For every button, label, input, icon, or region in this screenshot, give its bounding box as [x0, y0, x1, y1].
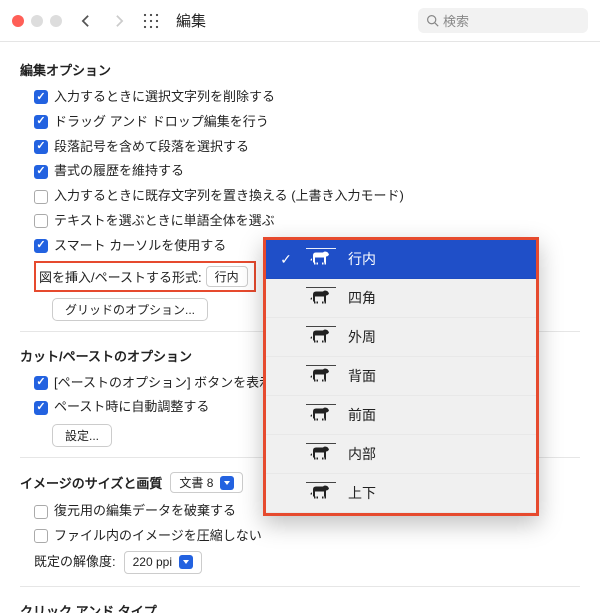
- search-placeholder: 検索: [443, 11, 469, 30]
- apps-grid-icon[interactable]: [142, 12, 160, 30]
- search-field[interactable]: 検索: [418, 8, 588, 33]
- checkbox-show-paste-options[interactable]: [34, 376, 48, 390]
- checkbox-discard-edit[interactable]: [34, 505, 48, 519]
- chevron-down-icon: [179, 555, 193, 569]
- wrap-option-label: 上下: [348, 483, 526, 503]
- checkbox-edit-opt-1[interactable]: [34, 115, 48, 129]
- cut-paste-settings-button[interactable]: 設定...: [52, 424, 112, 447]
- zoom-window-icon[interactable]: [50, 15, 62, 27]
- wrap-option-3[interactable]: 背面: [266, 357, 536, 396]
- checkbox-edit-opt-4[interactable]: [34, 190, 48, 204]
- wrap-style-icon: [306, 287, 336, 309]
- wrap-option-2[interactable]: 外周: [266, 318, 536, 357]
- checkbox-edit-opt-3[interactable]: [34, 165, 48, 179]
- wrap-option-label: 行内: [348, 249, 526, 269]
- wrap-style-icon: [306, 482, 336, 504]
- label-auto-adjust: ペースト時に自動調整する: [54, 397, 209, 418]
- window-controls: [12, 15, 62, 27]
- wrap-option-label: 四角: [348, 288, 526, 308]
- wrap-option-5[interactable]: 内部: [266, 435, 536, 474]
- wrap-option-0[interactable]: ✓ 行内: [266, 240, 536, 279]
- checkbox-edit-opt-6[interactable]: [34, 239, 48, 253]
- search-icon: [426, 14, 439, 27]
- insert-format-label: 図を挿入/ペーストする形式:: [39, 267, 202, 286]
- section-click-type: クリック アンド タイプ: [20, 601, 580, 613]
- label-edit-opt-4: 入力するときに既存文字列を置き換える (上書き入力モード): [54, 186, 404, 207]
- close-window-icon[interactable]: [12, 15, 24, 27]
- wrap-option-label: 前面: [348, 405, 526, 425]
- window-title: 編集: [176, 10, 206, 31]
- forward-button[interactable]: [108, 10, 130, 32]
- label-edit-opt-1: ドラッグ アンド ドロップ編集を行う: [54, 112, 269, 133]
- wrap-style-icon: [306, 365, 336, 387]
- wrap-option-1[interactable]: 四角: [266, 279, 536, 318]
- chevron-down-icon: [220, 476, 234, 490]
- image-doc-select[interactable]: 文書 8: [170, 472, 243, 493]
- minimize-window-icon[interactable]: [31, 15, 43, 27]
- checkbox-auto-adjust[interactable]: [34, 401, 48, 415]
- wrap-style-icon: [306, 443, 336, 465]
- wrap-option-4[interactable]: 前面: [266, 396, 536, 435]
- wrap-option-label: 内部: [348, 444, 526, 464]
- checkbox-no-compress[interactable]: [34, 529, 48, 543]
- titlebar: 編集 検索: [0, 0, 600, 42]
- checkbox-edit-opt-0[interactable]: [34, 90, 48, 104]
- label-edit-opt-2: 段落記号を含めて段落を選択する: [54, 137, 249, 158]
- label-edit-opt-0: 入力するときに選択文字列を削除する: [54, 87, 275, 108]
- wrap-option-label: 背面: [348, 366, 526, 386]
- back-button[interactable]: [74, 10, 96, 32]
- insert-format-row: 図を挿入/ペーストする形式: 行内: [34, 261, 256, 292]
- wrap-style-icon: [306, 404, 336, 426]
- check-icon: ✓: [278, 251, 294, 268]
- insert-format-select[interactable]: 行内: [206, 266, 248, 287]
- wrap-option-6[interactable]: 上下: [266, 474, 536, 513]
- wrap-style-menu[interactable]: ✓ 行内四角外周背面前面内部上下: [263, 237, 539, 516]
- section-edit-options: 編集オプション: [20, 60, 580, 79]
- default-resolution-label: 既定の解像度:: [34, 552, 116, 573]
- label-edit-opt-5: テキストを選ぶときに単語全体を選ぶ: [54, 211, 275, 232]
- label-edit-opt-3: 書式の履歴を維持する: [54, 161, 184, 182]
- default-resolution-select[interactable]: 220 ppi: [124, 551, 202, 574]
- label-no-compress: ファイル内のイメージを圧縮しない: [54, 526, 262, 547]
- checkbox-edit-opt-2[interactable]: [34, 140, 48, 154]
- wrap-style-icon: [306, 326, 336, 348]
- label-discard-edit: 復元用の編集データを破棄する: [54, 501, 236, 522]
- label-edit-opt-6: スマート カーソルを使用する: [54, 236, 226, 257]
- grid-options-button[interactable]: グリッドのオプション...: [52, 298, 208, 321]
- wrap-option-label: 外周: [348, 327, 526, 347]
- checkbox-edit-opt-5[interactable]: [34, 214, 48, 228]
- wrap-style-icon: [306, 248, 336, 270]
- label-show-paste-options: [ペーストのオプション] ボタンを表示: [54, 373, 272, 394]
